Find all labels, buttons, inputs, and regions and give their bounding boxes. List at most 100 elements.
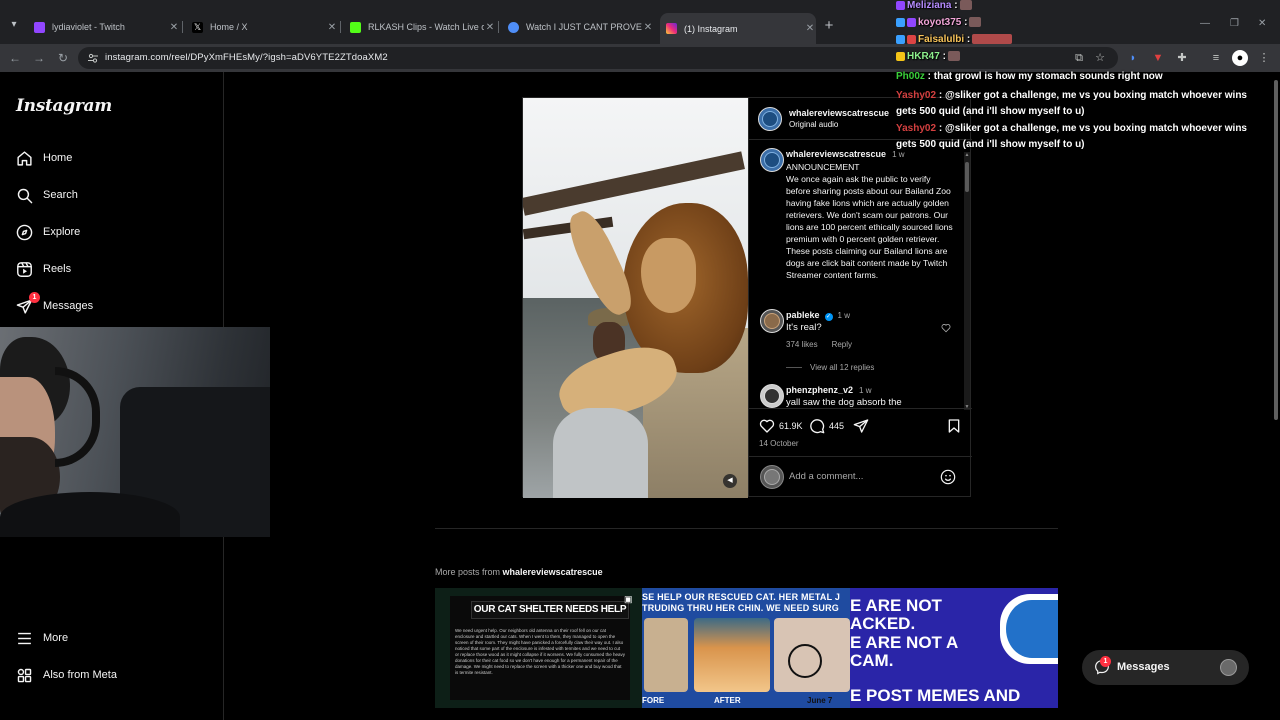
url-text: instagram.com/reel/DPyXmFHEsMy/?igsh=aDV…: [105, 52, 388, 63]
comment-username[interactable]: pableke: [786, 310, 820, 320]
emote-icon: [972, 34, 1013, 45]
close-icon[interactable]: ✕: [804, 23, 816, 34]
chat-username: Ph00z: [896, 71, 925, 82]
comment-reply[interactable]: Reply: [832, 340, 852, 349]
chat-message: Faisalulbi :: [896, 34, 1013, 45]
new-tab-button[interactable]: +: [822, 17, 836, 37]
messages-float-button[interactable]: 1 Messages: [1082, 650, 1249, 685]
close-icon[interactable]: ✕: [642, 22, 654, 33]
twitch-icon: [34, 21, 45, 33]
comment-avatar[interactable]: [760, 309, 784, 333]
comment-text: yall saw the dog absorb the: [786, 397, 902, 408]
audio-label[interactable]: Original audio: [789, 120, 838, 129]
comment-username[interactable]: phenzphenz_v2: [786, 385, 853, 395]
comment-icon: [810, 419, 825, 434]
chat-message: HKR47 :: [896, 51, 960, 62]
nav-home[interactable]: Home: [16, 145, 206, 171]
caption-username[interactable]: whalereviewscatrescue: [786, 149, 886, 159]
chat-text: that growl is how my stomach sounds righ…: [933, 71, 1163, 82]
back-icon[interactable]: ←: [6, 49, 24, 67]
grid-post[interactable]: SE HELP OUR RESCUED CAT. HER METAL J TRU…: [642, 588, 850, 708]
tab-watch[interactable]: Watch I JUST CANT PROVE IT | ✕: [502, 17, 654, 37]
streamer-webcam: [0, 327, 270, 537]
share-button[interactable]: [853, 418, 873, 434]
comment-meta: 374 likes Reply: [786, 340, 852, 349]
nav-reels[interactable]: Reels: [16, 256, 206, 282]
home-icon: [16, 150, 33, 167]
mute-icon[interactable]: ◀: [723, 474, 737, 488]
nav-search[interactable]: Search: [16, 182, 206, 208]
comment-time: 1 w: [859, 386, 872, 395]
tab-twitch[interactable]: lydiaviolet - Twitch ✕: [28, 17, 180, 37]
chat-username: Yashy02: [896, 123, 937, 134]
emoji-icon[interactable]: [940, 469, 956, 485]
nav-label: More: [43, 632, 69, 644]
verified-icon: ✓: [824, 313, 833, 321]
post-text: E ARE NOT A: [850, 633, 959, 652]
view-replies[interactable]: View all 12 replies: [786, 363, 874, 372]
emote-icon: [959, 0, 972, 11]
tab-title: RLKASH Clips - Watch Live on K: [368, 22, 484, 32]
messages-label: Messages: [1117, 661, 1170, 673]
nav-messages[interactable]: 1 Messages: [16, 291, 206, 319]
comment-time: 1 w: [837, 311, 850, 320]
nav-also-from-meta[interactable]: Also from Meta: [16, 662, 206, 688]
comments-scrollbar[interactable]: ▲ ▼: [964, 152, 970, 410]
emote-icon: [947, 51, 960, 62]
post-text: ACKED.: [850, 614, 916, 633]
nav-more[interactable]: More: [16, 625, 206, 651]
site-info-icon[interactable]: [87, 52, 99, 64]
bookmark-icon: [948, 419, 960, 433]
like-comment-icon[interactable]: [941, 323, 951, 333]
comment-avatar[interactable]: [760, 384, 784, 408]
caption-avatar[interactable]: [760, 148, 784, 172]
grid-post[interactable]: E ARE NOT ACKED. E ARE NOT A CAM. E POST…: [850, 588, 1058, 708]
more-posts-username[interactable]: whalereviewscatrescue: [503, 567, 603, 577]
tab-kick[interactable]: RLKASH Clips - Watch Live on K ✕: [344, 17, 496, 37]
nav-explore[interactable]: Explore: [16, 219, 206, 245]
chat-message: Yashy02 : @sliker got a challenge, me vs…: [896, 123, 1247, 150]
chat-message: Ph00z : that growl is how my stomach sou…: [896, 71, 1163, 82]
comment-header: pableke ✓ 1 w: [786, 310, 850, 321]
chat-username: koyot375: [918, 17, 962, 28]
post-text: CAM.: [850, 651, 894, 670]
post-body: We need urgent help. Our neighbors old a…: [455, 628, 626, 675]
view-replies-label[interactable]: View all 12 replies: [810, 363, 874, 372]
page-scrollbar[interactable]: [1272, 72, 1280, 720]
close-icon[interactable]: ✕: [168, 22, 180, 33]
chat-username: Faisalulbi: [918, 34, 965, 45]
instagram-logo[interactable]: Instagram: [16, 96, 112, 116]
author-username[interactable]: whalereviewscatrescue: [789, 108, 889, 118]
chat-message: Meliziana :: [896, 0, 972, 11]
stream-chat-overlay: Meliziana : koyot375 : Faisalulbi : HKR4…: [896, 0, 1276, 160]
forward-icon[interactable]: →: [30, 49, 48, 67]
like-button[interactable]: 61.9K: [759, 418, 803, 434]
comment-likes[interactable]: 374 likes: [786, 340, 818, 349]
caption-text: ANNOUNCEMENT We once again ask the publi…: [786, 162, 953, 280]
tab-search-icon[interactable]: ▾: [6, 17, 22, 33]
tab-instagram[interactable]: (1) Instagram ✕: [660, 13, 816, 44]
messages-icon: 1: [16, 291, 40, 315]
grid-post[interactable]: OUR CAT SHELTER NEEDS HELP We need urgen…: [435, 588, 642, 708]
reload-icon[interactable]: ↻: [54, 49, 72, 67]
comment-button[interactable]: 445: [809, 418, 844, 434]
author-avatar[interactable]: [758, 107, 782, 131]
user-avatar: [760, 465, 784, 489]
emote-icon: [969, 17, 982, 28]
close-icon[interactable]: ✕: [326, 22, 338, 33]
reel-video[interactable]: ◀: [523, 98, 748, 498]
close-icon[interactable]: ✕: [484, 22, 496, 33]
tab-x[interactable]: 𝕏 Home / X ✕: [186, 17, 338, 37]
notification-badge: 1: [1100, 656, 1111, 667]
post-text: E ARE NOT: [850, 596, 942, 615]
save-button[interactable]: [946, 418, 966, 434]
chat-username: Meliziana: [907, 0, 952, 11]
more-posts-prefix: More posts from: [435, 567, 501, 577]
share-icon: [853, 419, 869, 433]
cat-photo: [644, 618, 688, 692]
comment-input[interactable]: Add a comment...: [789, 471, 863, 482]
chat-message: koyot375 :: [896, 17, 982, 28]
site-icon: [508, 21, 519, 33]
heart-icon: [759, 419, 775, 433]
menu-icon: [16, 630, 33, 647]
